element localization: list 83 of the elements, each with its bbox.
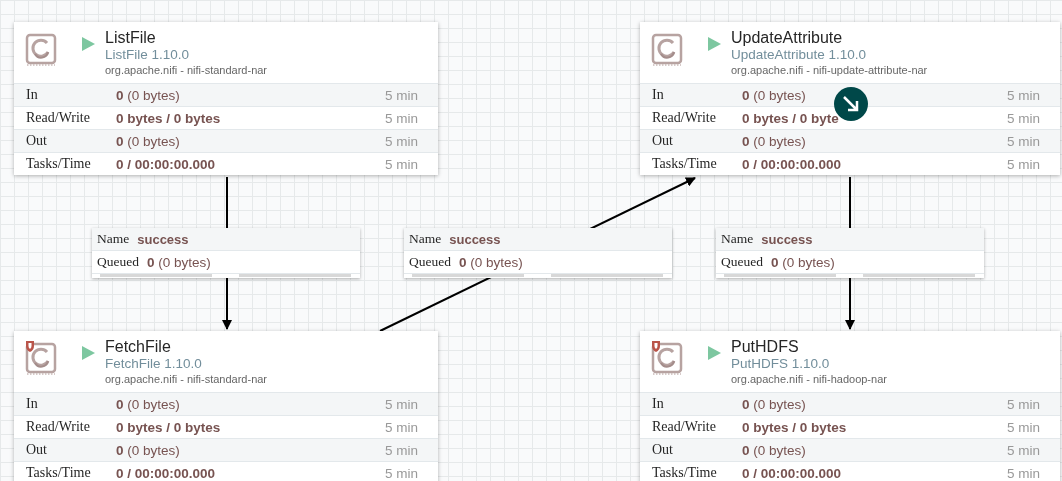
stat-value: 0 (0 bytes) — [116, 133, 180, 149]
processor-bundle: org.apache.nifi - nifi-standard-nar — [105, 63, 268, 78]
queued-label: Queued — [97, 254, 139, 270]
processor-icon — [650, 32, 684, 68]
stat-label: Out — [25, 442, 48, 458]
stat-value: 0 / 00:00:00.000 — [742, 156, 842, 172]
processor-name: ListFile — [105, 28, 156, 47]
connection-label[interactable]: Name success Queued 0 (0 bytes) — [92, 228, 360, 278]
processor-type: FetchFile 1.10.0 — [105, 356, 202, 372]
queued-value: 0 (0 bytes) — [459, 254, 523, 270]
processor-name: PutHDFS — [731, 337, 799, 356]
stat-label: Read/Write — [25, 419, 91, 435]
stat-window: 5 min — [1007, 133, 1040, 149]
connection-label[interactable]: Name success Queued 0 (0 bytes) — [404, 228, 672, 278]
stat-window: 5 min — [385, 156, 418, 172]
stat-window: 5 min — [385, 396, 418, 412]
stat-label: Tasks/Time — [25, 156, 92, 172]
processor-name: UpdateAttribute — [731, 28, 843, 47]
stat-label: Tasks/Time — [25, 465, 92, 481]
stat-label: Read/Write — [25, 110, 91, 126]
stat-label: In — [651, 396, 665, 412]
stat-window: 5 min — [1007, 396, 1040, 412]
stat-window: 5 min — [1007, 87, 1040, 103]
processor-icon — [650, 341, 684, 377]
stat-label: Out — [651, 442, 674, 458]
stat-value: 0 (0 bytes) — [116, 442, 180, 458]
stat-value: 0 bytes / 0 byte — [742, 110, 839, 126]
queued-label: Queued — [409, 254, 451, 270]
stat-window: 5 min — [1007, 465, 1040, 481]
queued-value: 0 (0 bytes) — [147, 254, 211, 270]
connection-label[interactable]: Name success Queued 0 (0 bytes) — [716, 228, 984, 278]
processor-type: ListFile 1.10.0 — [105, 47, 190, 63]
stat-label: Out — [25, 133, 48, 149]
stat-window: 5 min — [1007, 156, 1040, 172]
stat-value: 0 (0 bytes) — [742, 133, 806, 149]
processor-bundle: org.apache.nifi - nifi-standard-nar — [105, 372, 268, 387]
stat-window: 5 min — [1007, 442, 1040, 458]
stat-label: Out — [651, 133, 674, 149]
stat-window: 5 min — [385, 87, 418, 103]
processor-bundle: org.apache.nifi - nifi-update-attribute-nar — [731, 63, 928, 78]
stat-window: 5 min — [1007, 110, 1040, 126]
name-label: Name — [721, 231, 754, 247]
stat-window: 5 min — [385, 442, 418, 458]
processor-card[interactable]: PutHDFS PutHDFS 1.10.0 org.apache.nifi - nifi-hadoop-nar In 0 (0 bytes) 5 min Read/Write 0 bytes / 0 bytes 5 min Out 0 (0 bytes) 5 min Tasks/Time 0 / 00:00:00.000 5 min — [640, 331, 1060, 481]
stat-window: 5 min — [385, 465, 418, 481]
stat-value: 0 (0 bytes) — [742, 442, 806, 458]
connection-name: success — [449, 231, 501, 247]
stat-window: 5 min — [385, 110, 418, 126]
connection-name: success — [761, 231, 813, 247]
queued-label: Queued — [721, 254, 763, 270]
processor-bundle: org.apache.nifi - nifi-hadoop-nar — [731, 372, 887, 387]
processor-card[interactable]: FetchFile FetchFile 1.10.0 org.apache.nifi - nifi-standard-nar In 0 (0 bytes) 5 min Read/Write 0 bytes / 0 bytes 5 min Out 0 (0 bytes) 5 min Tasks/Time 0 / 00:00:00.000 5 min — [14, 331, 438, 481]
stat-value: 0 / 00:00:00.000 — [116, 465, 216, 481]
stat-label: In — [25, 87, 39, 103]
stat-window: 5 min — [385, 133, 418, 149]
stat-value: 0 (0 bytes) — [116, 87, 180, 103]
stat-value: 0 bytes / 0 bytes — [116, 419, 221, 435]
processor-icon — [24, 32, 58, 68]
name-label: Name — [97, 231, 130, 247]
processor-type: PutHDFS 1.10.0 — [731, 356, 830, 372]
processor-name: FetchFile — [105, 337, 171, 356]
stat-value: 0 / 00:00:00.000 — [116, 156, 216, 172]
connection-name: success — [137, 231, 189, 247]
stat-value: 0 / 00:00:00.000 — [742, 465, 842, 481]
processor-card[interactable]: UpdateAttribute UpdateAttribute 1.10.0 org.apache.nifi - nifi-update-attribute-nar In 0 (0 bytes) 5 min Read/Write 0 bytes / 0 byte 5 min Out 0 (0 bytes) 5 min Tasks/Time 0 / 00:00:00.000 5 min — [640, 22, 1060, 175]
stat-label: Read/Write — [651, 110, 717, 126]
stat-value: 0 (0 bytes) — [116, 396, 180, 412]
stat-value: 0 bytes / 0 bytes — [116, 110, 221, 126]
stat-label: Tasks/Time — [651, 156, 718, 172]
stat-window: 5 min — [1007, 419, 1040, 435]
processor-card[interactable]: ListFile ListFile 1.10.0 org.apache.nifi - nifi-standard-nar In 0 (0 bytes) 5 min Read/Write 0 bytes / 0 bytes 5 min Out 0 (0 bytes) 5 min Tasks/Time 0 / 00:00:00.000 5 min — [14, 22, 438, 175]
stat-label: Read/Write — [651, 419, 717, 435]
stat-value: 0 (0 bytes) — [742, 396, 806, 412]
stat-label: In — [25, 396, 39, 412]
queued-value: 0 (0 bytes) — [771, 254, 835, 270]
stat-window: 5 min — [385, 419, 418, 435]
stat-value: 0 bytes / 0 bytes — [742, 419, 847, 435]
stat-label: Tasks/Time — [651, 465, 718, 481]
stat-value: 0 (0 bytes) — [742, 87, 806, 103]
processor-icon — [24, 341, 58, 377]
processor-type: UpdateAttribute 1.10.0 — [731, 47, 867, 63]
stat-label: In — [651, 87, 665, 103]
name-label: Name — [409, 231, 442, 247]
